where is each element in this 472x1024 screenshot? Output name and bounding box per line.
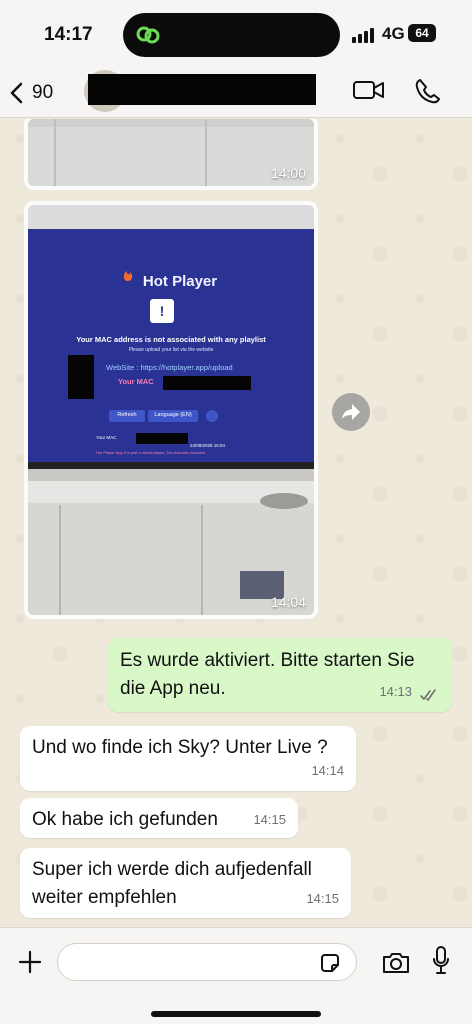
image-message[interactable]: ! Hot Player Your MAC address is not ass… <box>24 201 318 619</box>
redacted-contact-name[interactable] <box>88 74 316 105</box>
network-type: 4G <box>382 24 405 43</box>
cellular-signal-icon <box>352 28 374 43</box>
tv-refresh-button: Refresh <box>117 412 137 418</box>
tv-website: WebSite : https://hotplayer.app/upload <box>106 363 233 372</box>
green-link-icon <box>136 26 160 44</box>
message-text: Ok habe ich gefunden <box>32 809 218 830</box>
chat-area[interactable]: 14:00 ! Hot Player Your MAC address is n… <box>0 119 472 927</box>
dynamic-island <box>123 13 340 57</box>
message-time: 14:14 <box>311 763 344 778</box>
unread-count: 90 <box>32 82 54 103</box>
message-time: 14:15 <box>306 891 339 906</box>
plus-icon[interactable] <box>18 950 42 974</box>
incoming-message[interactable]: Super ich werde dich aufjedenfall weiter… <box>20 848 351 918</box>
incoming-message[interactable]: Und wo finde ich Sky? Unter Live ? 14:14 <box>20 726 356 791</box>
back-chevron-icon <box>10 82 23 104</box>
message-input[interactable] <box>57 943 357 981</box>
tv-footer-mac: Your MAC <box>96 435 117 440</box>
message-text: Und wo finde ich Sky? Unter Live ? <box>32 737 328 758</box>
message-text: Es wurde aktiviert. Bitte starten Sie di… <box>120 650 415 699</box>
voice-call-icon[interactable] <box>414 78 440 104</box>
back-button[interactable]: 90 <box>8 76 53 110</box>
outgoing-message[interactable]: Es wurde aktiviert. Bitte starten Sie di… <box>108 638 452 712</box>
image-message[interactable]: 14:00 <box>24 119 318 190</box>
image-timestamp: 14:04 <box>270 594 306 610</box>
tv-mac-heading: Your MAC address is not associated with … <box>76 335 266 344</box>
home-indicator <box>151 1011 321 1017</box>
chat-header: 90 <box>0 68 472 118</box>
message-time: 14:15 <box>253 812 286 827</box>
tv-upload-line: Please upload your list via the website <box>128 347 214 353</box>
battery-indicator: 64 <box>408 24 436 42</box>
sticker-icon[interactable] <box>318 951 342 975</box>
tv-footer-date: 24/08/2025 15:04 <box>190 443 226 448</box>
message-composer <box>0 927 472 1024</box>
status-bar: 14:17 4G 64 <box>0 0 472 68</box>
incoming-message[interactable]: Ok habe ich gefunden 14:15 <box>20 798 298 838</box>
read-ticks-icon <box>420 689 436 702</box>
tv-brand-prefix: Hot <box>142 273 168 290</box>
microphone-icon[interactable] <box>431 945 451 977</box>
forward-button[interactable] <box>332 393 370 431</box>
tv-your-mac: Your MAC <box>118 377 154 386</box>
tv-language-button: Language (EN) <box>154 412 192 418</box>
message-time: 14:13 <box>379 684 412 699</box>
status-time: 14:17 <box>44 24 93 45</box>
camera-icon[interactable] <box>381 950 411 975</box>
message-text: Super ich werde dich aufjedenfall weiter… <box>32 859 312 908</box>
image-timestamp: 14:00 <box>270 165 306 181</box>
video-call-icon[interactable] <box>352 78 386 102</box>
forward-icon <box>342 404 360 420</box>
tv-disclaimer: Hot Player App It is just a media player… <box>96 450 205 455</box>
tv-brand: Player <box>172 273 218 290</box>
